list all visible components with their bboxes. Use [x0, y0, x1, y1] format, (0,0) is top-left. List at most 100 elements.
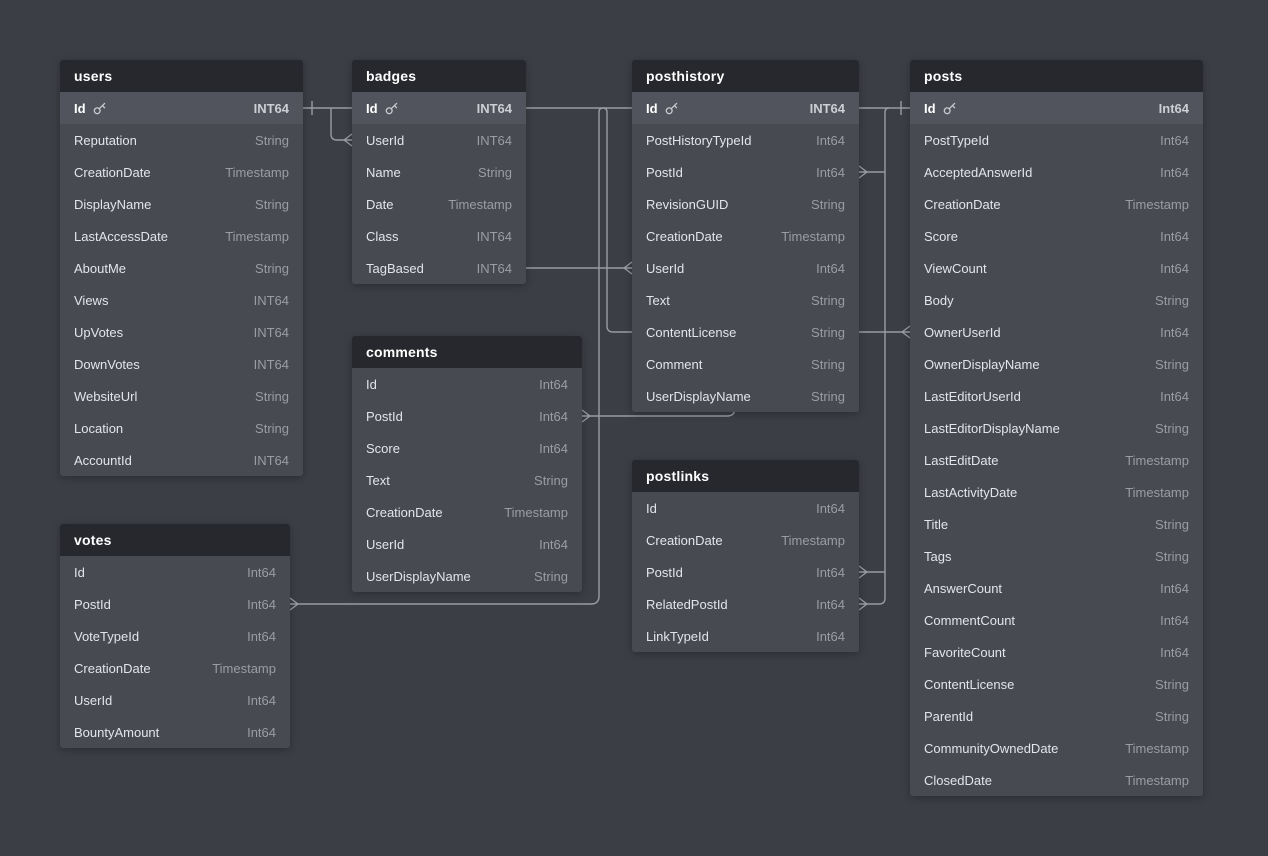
field-name-label: CreationDate	[74, 165, 151, 180]
field-name-label: RelatedPostId	[646, 597, 728, 612]
field-name-label: CreationDate	[646, 533, 723, 548]
field-type-label: Int64	[816, 261, 845, 276]
field-name-label: Id	[366, 377, 377, 392]
table-users[interactable]: usersIdINT64ReputationStringCreationDate…	[60, 60, 303, 476]
field-type-label: String	[811, 197, 845, 212]
field-type-label: String	[811, 325, 845, 340]
field-row-posts-AnswerCount: AnswerCountInt64	[910, 572, 1203, 604]
field-row-posthistory-UserDisplayName: UserDisplayNameString	[632, 380, 859, 412]
field-row-posts-CreationDate: CreationDateTimestamp	[910, 188, 1203, 220]
field-row-posthistory-Id: IdINT64	[632, 92, 859, 124]
table-title-badges[interactable]: badges	[352, 60, 526, 92]
field-type-label: Int64	[1160, 389, 1189, 404]
field-name-label: Score	[924, 229, 958, 244]
table-comments[interactable]: commentsIdInt64PostIdInt64ScoreInt64Text…	[352, 336, 582, 592]
field-type-label: Int64	[1160, 133, 1189, 148]
field-type-label: Int64	[1160, 613, 1189, 628]
field-row-posts-ClosedDate: ClosedDate Timestamp	[910, 764, 1203, 796]
field-type-label: String	[1155, 421, 1189, 436]
field-row-posts-OwnerDisplayName: OwnerDisplayNameString	[910, 348, 1203, 380]
field-name-label: PostId	[74, 597, 111, 612]
table-title-comments[interactable]: comments	[352, 336, 582, 368]
field-type-label: Int64	[247, 597, 276, 612]
field-name-label: PostId	[646, 165, 683, 180]
field-row-badges-UserId: UserIdINT64	[352, 124, 526, 156]
field-row-posthistory-ContentLicense: ContentLicenseString	[632, 316, 859, 348]
field-row-votes-BountyAmount: BountyAmountInt64	[60, 716, 290, 748]
field-row-postlinks-PostId: PostIdInt64	[632, 556, 859, 588]
field-type-label: Timestamp	[504, 505, 568, 520]
field-name-label: Id	[924, 101, 936, 116]
field-row-comments-UserId: UserIdInt64	[352, 528, 582, 560]
marker-many-posthistory-posts	[859, 166, 867, 178]
field-row-users-WebsiteUrl: WebsiteUrlString	[60, 380, 303, 412]
field-row-users-DisplayName: DisplayNameString	[60, 188, 303, 220]
field-name-label: UserId	[366, 537, 404, 552]
field-type-label: Int64	[816, 133, 845, 148]
field-name-label: CreationDate	[366, 505, 443, 520]
field-row-comments-Id: IdInt64	[352, 368, 582, 400]
field-type-label: Timestamp	[1125, 773, 1189, 788]
table-postlinks[interactable]: postlinksIdInt64CreationDateTimestampPos…	[632, 460, 859, 652]
field-type-label: String	[255, 133, 289, 148]
field-type-label: Timestamp	[212, 661, 276, 676]
field-name-label: ClosedDate	[924, 773, 992, 788]
field-row-posthistory-CreationDate: CreationDateTimestamp	[632, 220, 859, 252]
field-row-users-LastAccessDate: LastAccessDateTimestamp	[60, 220, 303, 252]
field-row-badges-Id: IdINT64	[352, 92, 526, 124]
field-row-comments-Score: ScoreInt64	[352, 432, 582, 464]
primary-key-icon	[93, 102, 107, 115]
field-name-label: CommunityOwnedDate	[924, 741, 1058, 756]
field-row-posts-ViewCount: ViewCountInt64	[910, 252, 1203, 284]
field-row-users-Location: LocationString	[60, 412, 303, 444]
field-row-users-AboutMe: AboutMeString	[60, 252, 303, 284]
table-title-postlinks[interactable]: postlinks	[632, 460, 859, 492]
field-row-posthistory-PostId: PostId Int64	[632, 156, 859, 188]
field-name-label: LastEditorDisplayName	[924, 421, 1060, 436]
field-type-label: Int64	[816, 165, 845, 180]
schema-canvas: usersIdINT64ReputationStringCreationDate…	[0, 0, 1268, 856]
field-type-label: String	[811, 357, 845, 372]
field-row-posthistory-UserId: UserId Int64	[632, 252, 859, 284]
field-name-label: UserDisplayName	[366, 569, 471, 584]
table-badges[interactable]: badgesIdINT64UserIdINT64NameStringDateTi…	[352, 60, 526, 284]
field-row-posts-Body: BodyString	[910, 284, 1203, 316]
field-name-label: RevisionGUID	[646, 197, 728, 212]
field-row-posts-LastEditorDisplayName: LastEditorDisplayName String	[910, 412, 1203, 444]
primary-key-icon	[943, 102, 957, 115]
field-name-label: Name	[366, 165, 401, 180]
field-row-posthistory-RevisionGUID: RevisionGUID String	[632, 188, 859, 220]
field-type-label: String	[534, 473, 568, 488]
wire-posts-postlinks-related	[867, 108, 889, 604]
table-title-users[interactable]: users	[60, 60, 303, 92]
table-posthistory[interactable]: posthistoryIdINT64PostHistoryTypeIdInt64…	[632, 60, 859, 412]
field-row-posts-CommentCount: CommentCountInt64	[910, 604, 1203, 636]
field-name-label: UserId	[646, 261, 684, 276]
marker-many-votes-posts	[290, 598, 298, 610]
field-name-label: Date	[366, 197, 393, 212]
table-title-votes[interactable]: votes	[60, 524, 290, 556]
field-type-label: INT64	[477, 101, 512, 116]
field-type-label: Timestamp	[781, 533, 845, 548]
table-posts[interactable]: postsIdInt64PostTypeIdInt64AcceptedAnswe…	[910, 60, 1203, 796]
field-type-label: String	[811, 389, 845, 404]
field-row-posthistory-Text: TextString	[632, 284, 859, 316]
field-name-label: Score	[366, 441, 400, 456]
field-row-posts-Score: ScoreInt64	[910, 220, 1203, 252]
field-type-label: String	[534, 569, 568, 584]
field-row-posthistory-PostHistoryTypeId: PostHistoryTypeIdInt64	[632, 124, 859, 156]
field-type-label: INT64	[477, 261, 512, 276]
field-name-label: Reputation	[74, 133, 137, 148]
field-type-label: Int64	[816, 501, 845, 516]
field-name-label: DownVotes	[74, 357, 140, 372]
table-title-posthistory[interactable]: posthistory	[632, 60, 859, 92]
field-type-label: Int64	[539, 409, 568, 424]
field-name-label: UserId	[74, 693, 112, 708]
table-title-posts[interactable]: posts	[910, 60, 1203, 92]
field-type-label: String	[1155, 709, 1189, 724]
field-row-posts-LastActivityDate: LastActivityDateTimestamp	[910, 476, 1203, 508]
field-row-posts-FavoriteCount: FavoriteCountInt64	[910, 636, 1203, 668]
field-type-label: String	[478, 165, 512, 180]
table-votes[interactable]: votesIdInt64PostIdInt64VoteTypeIdInt64Cr…	[60, 524, 290, 748]
field-type-label: Timestamp	[1125, 197, 1189, 212]
